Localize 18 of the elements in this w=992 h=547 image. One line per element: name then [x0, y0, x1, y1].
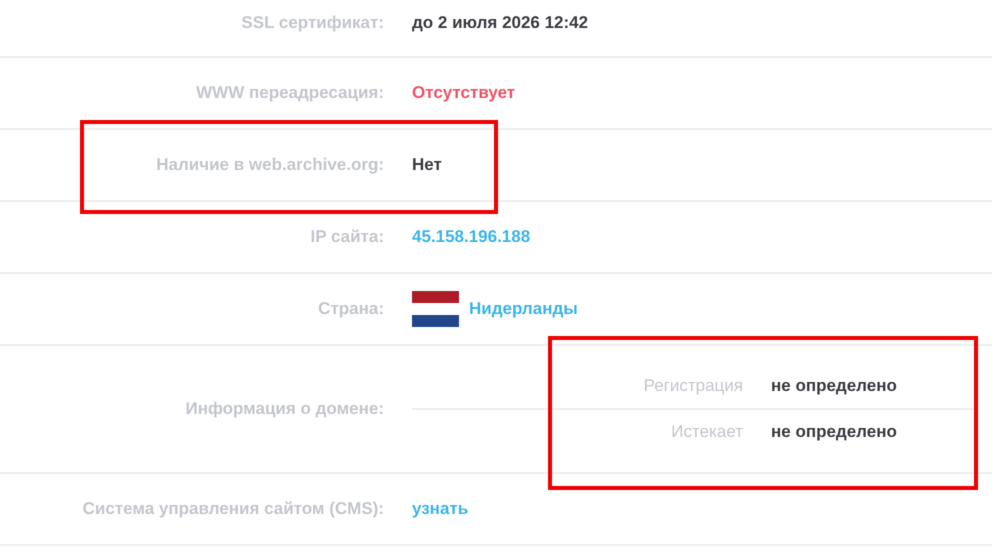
flag-icon — [412, 291, 459, 327]
field-label: Система управления сайтом (CMS): — [82, 499, 384, 519]
value-link[interactable]: 45.158.196.188 — [412, 227, 530, 247]
field-label: SSL сертификат: — [240, 13, 384, 33]
field-label: Информация о домене: — [184, 399, 384, 419]
field-value: не определено — [771, 376, 898, 396]
field-label: Регистрация — [642, 376, 743, 396]
field-label: Наличие в web.archive.org: — [155, 155, 384, 175]
field-value: не определено — [771, 422, 898, 442]
field-value: Нет — [412, 155, 442, 175]
country-link[interactable]: Нидерланды — [469, 299, 578, 319]
field-label: WWW переадресация: — [195, 83, 384, 103]
value-link[interactable]: узнать — [412, 499, 468, 519]
field-label: Страна: — [317, 299, 384, 319]
field-label: IP сайта: — [310, 227, 384, 247]
field-value: Отсутствует — [412, 83, 516, 103]
field-label: Истекает — [670, 422, 743, 442]
field-value: до 2 июля 2026 12:42 — [412, 13, 588, 33]
